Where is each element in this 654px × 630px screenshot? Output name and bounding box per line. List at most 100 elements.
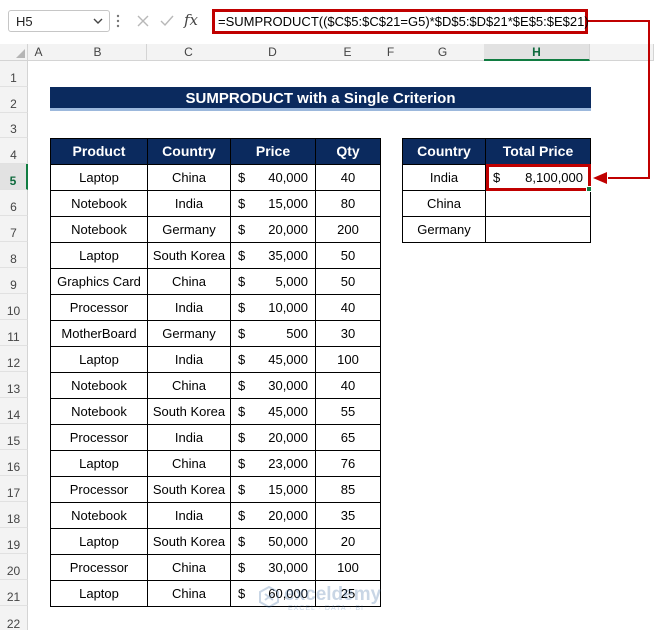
- total-price-cell[interactable]: [485, 216, 591, 243]
- result-country-cell[interactable]: Germany: [402, 216, 486, 243]
- product-cell[interactable]: Notebook: [50, 372, 148, 399]
- price-cell[interactable]: $35,000: [230, 242, 316, 269]
- header-result-country[interactable]: Country: [402, 138, 486, 165]
- country-cell[interactable]: China: [147, 268, 231, 295]
- row-header-7[interactable]: 7: [0, 216, 28, 242]
- header-qty[interactable]: Qty: [315, 138, 381, 165]
- qty-cell[interactable]: 76: [315, 450, 381, 477]
- row-header-9[interactable]: 9: [0, 268, 28, 294]
- more-options-icon[interactable]: [116, 13, 120, 29]
- country-cell[interactable]: South Korea: [147, 528, 231, 555]
- row-header-5[interactable]: 5: [0, 164, 28, 190]
- qty-cell[interactable]: 55: [315, 398, 381, 425]
- row-header-21[interactable]: 21: [0, 580, 28, 606]
- row-header-14[interactable]: 14: [0, 398, 28, 424]
- price-cell[interactable]: $45,000: [230, 398, 316, 425]
- header-price[interactable]: Price: [230, 138, 316, 165]
- country-cell[interactable]: China: [147, 450, 231, 477]
- row-header-18[interactable]: 18: [0, 502, 28, 528]
- fill-handle[interactable]: [586, 186, 592, 192]
- price-cell[interactable]: $500: [230, 320, 316, 347]
- row-header-6[interactable]: 6: [0, 190, 28, 216]
- price-cell[interactable]: $20,000: [230, 216, 316, 243]
- row-header-20[interactable]: 20: [0, 554, 28, 580]
- total-price-cell[interactable]: $8,100,000: [485, 164, 591, 191]
- row-header-17[interactable]: 17: [0, 476, 28, 502]
- column-header-g[interactable]: G: [401, 44, 485, 61]
- row-header-15[interactable]: 15: [0, 424, 28, 450]
- country-cell[interactable]: China: [147, 554, 231, 581]
- qty-cell[interactable]: 20: [315, 528, 381, 555]
- qty-cell[interactable]: 85: [315, 476, 381, 503]
- row-header-11[interactable]: 11: [0, 320, 28, 346]
- result-country-cell[interactable]: China: [402, 190, 486, 217]
- price-cell[interactable]: $15,000: [230, 476, 316, 503]
- qty-cell[interactable]: 80: [315, 190, 381, 217]
- country-cell[interactable]: South Korea: [147, 242, 231, 269]
- result-country-cell[interactable]: India: [402, 164, 486, 191]
- qty-cell[interactable]: 65: [315, 424, 381, 451]
- product-cell[interactable]: Notebook: [50, 216, 148, 243]
- country-cell[interactable]: South Korea: [147, 476, 231, 503]
- column-header-a[interactable]: A: [28, 44, 50, 61]
- qty-cell[interactable]: 50: [315, 242, 381, 269]
- qty-cell[interactable]: 100: [315, 346, 381, 373]
- column-header-h[interactable]: H: [484, 44, 590, 61]
- cancel-icon[interactable]: [134, 12, 152, 30]
- product-cell[interactable]: Processor: [50, 476, 148, 503]
- formula-input[interactable]: =SUMPRODUCT(($C$5:$C$21=G5)*$D$5:$D$21*$…: [212, 9, 589, 34]
- qty-cell[interactable]: 40: [315, 372, 381, 399]
- qty-cell[interactable]: 30: [315, 320, 381, 347]
- qty-cell[interactable]: 40: [315, 164, 381, 191]
- country-cell[interactable]: India: [147, 424, 231, 451]
- price-cell[interactable]: $10,000: [230, 294, 316, 321]
- name-box[interactable]: H5: [8, 10, 110, 32]
- row-header-8[interactable]: 8: [0, 242, 28, 268]
- enter-check-icon[interactable]: [158, 12, 176, 30]
- product-cell[interactable]: MotherBoard: [50, 320, 148, 347]
- price-cell[interactable]: $23,000: [230, 450, 316, 477]
- column-header-e[interactable]: E: [315, 44, 381, 61]
- product-cell[interactable]: Graphics Card: [50, 268, 148, 295]
- price-cell[interactable]: $20,000: [230, 502, 316, 529]
- country-cell[interactable]: Germany: [147, 216, 231, 243]
- row-header-1[interactable]: 1: [0, 61, 28, 87]
- row-header-12[interactable]: 12: [0, 346, 28, 372]
- product-cell[interactable]: Laptop: [50, 580, 148, 607]
- row-header-16[interactable]: 16: [0, 450, 28, 476]
- price-cell[interactable]: $50,000: [230, 528, 316, 555]
- column-header-c[interactable]: C: [147, 44, 231, 61]
- qty-cell[interactable]: 35: [315, 502, 381, 529]
- price-cell[interactable]: $30,000: [230, 554, 316, 581]
- row-header-19[interactable]: 19: [0, 528, 28, 554]
- column-header-d[interactable]: D: [230, 44, 316, 61]
- row-header-10[interactable]: 10: [0, 294, 28, 320]
- row-header-2[interactable]: 2: [0, 87, 28, 113]
- product-cell[interactable]: Processor: [50, 554, 148, 581]
- country-cell[interactable]: China: [147, 164, 231, 191]
- header-total-price[interactable]: Total Price: [485, 138, 591, 165]
- qty-cell[interactable]: 200: [315, 216, 381, 243]
- product-cell[interactable]: Laptop: [50, 164, 148, 191]
- qty-cell[interactable]: 50: [315, 268, 381, 295]
- column-header-b[interactable]: B: [49, 44, 147, 61]
- country-cell[interactable]: South Korea: [147, 398, 231, 425]
- country-cell[interactable]: India: [147, 190, 231, 217]
- product-cell[interactable]: Notebook: [50, 190, 148, 217]
- qty-cell[interactable]: 100: [315, 554, 381, 581]
- column-header-f[interactable]: F: [380, 44, 402, 61]
- row-header-4[interactable]: 4: [0, 138, 28, 164]
- country-cell[interactable]: China: [147, 372, 231, 399]
- total-price-cell[interactable]: [485, 190, 591, 217]
- row-header-22[interactable]: 22: [0, 606, 28, 630]
- country-cell[interactable]: Germany: [147, 320, 231, 347]
- insert-function-button[interactable]: fx: [184, 11, 198, 29]
- country-cell[interactable]: India: [147, 346, 231, 373]
- product-cell[interactable]: Laptop: [50, 528, 148, 555]
- product-cell[interactable]: Processor: [50, 294, 148, 321]
- product-cell[interactable]: Processor: [50, 424, 148, 451]
- header-product[interactable]: Product: [50, 138, 148, 165]
- country-cell[interactable]: India: [147, 294, 231, 321]
- price-cell[interactable]: $45,000: [230, 346, 316, 373]
- country-cell[interactable]: India: [147, 502, 231, 529]
